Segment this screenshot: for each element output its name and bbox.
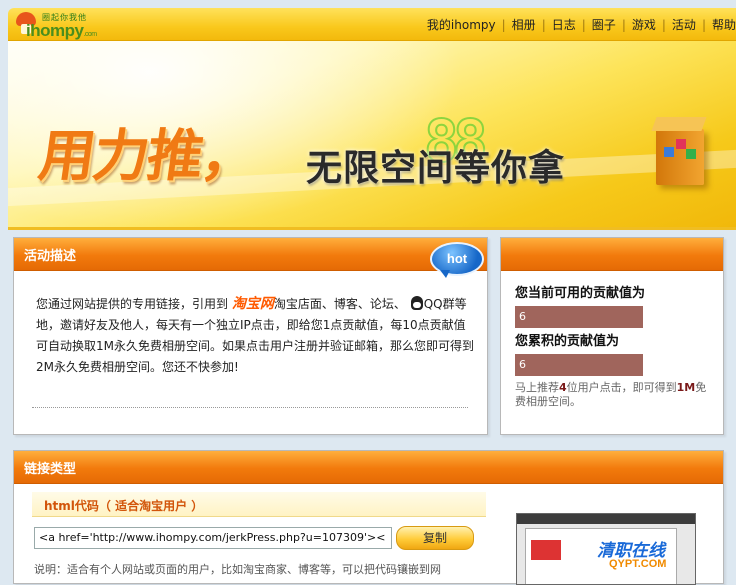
nav-help[interactable]: 帮助	[712, 18, 736, 32]
top-bar: 圈起你我他 ihompy.com 我的ihompy | 相册 | 日志 | 圈子 | 游戏 | 活动…	[8, 8, 736, 41]
cube-icon	[686, 149, 696, 159]
nav-circle[interactable]: 圈子	[592, 18, 616, 32]
code-explanation: 说明：适合有个人网站或页面的用户，比如淘宝商家、博客等，可以把代码镶嵌到网	[34, 563, 441, 576]
link-type-panel: 链接类型 html代码（ 适合淘宝用户 ） <a href='http://ww…	[13, 450, 724, 585]
banner-subline: 无限空间等你拿	[306, 148, 566, 189]
panel-header: 链接类型	[14, 451, 723, 484]
main-nav: 我的ihompy | 相册 | 日志 | 圈子 | 游戏 | 活动 | 帮助	[426, 18, 736, 32]
contribution-panel: 您当前可用的贡献值为 6 您累积的贡献值为 6 马上推荐4位用户点击，即可得到1…	[500, 237, 724, 435]
panel-header	[501, 238, 723, 271]
copy-button[interactable]: 复制	[396, 526, 474, 550]
activity-panel: 活动描述 hot 您通过网站提供的专用链接，引用到 淘宝网淘宝店面、博客、论坛、…	[13, 237, 488, 435]
total-contribution-label: 您累积的贡献值为	[515, 334, 620, 349]
activity-description: 您通过网站提供的专用链接，引用到 淘宝网淘宝店面、博客、论坛、 QQ群等地，邀请…	[36, 296, 474, 374]
taobao-logo: 淘宝网	[231, 296, 274, 312]
nav-album[interactable]: 相册	[512, 18, 536, 32]
divider	[32, 407, 468, 408]
gift-box-icon	[656, 129, 704, 185]
nav-activity[interactable]: 活动	[672, 18, 696, 32]
promo-banner: 88 用力推， 无限空间等你拿	[8, 41, 736, 230]
logo-text: ihompy.com	[26, 21, 97, 40]
site-logo[interactable]: 圈起你我他 ihompy.com	[14, 10, 134, 40]
nav-games[interactable]: 游戏	[632, 18, 656, 32]
contribution-note: 马上推荐4位用户点击，即可得到1M免费相册空间。	[515, 381, 707, 408]
panel-header: 活动描述	[14, 238, 487, 271]
cube-icon	[664, 147, 674, 157]
watermark-domain: QYPT.COM	[609, 558, 667, 570]
nav-my-ihompy[interactable]: 我的ihompy	[427, 18, 496, 32]
hot-badge: hot	[430, 242, 484, 278]
nav-blog[interactable]: 日志	[552, 18, 576, 32]
cube-icon	[676, 139, 686, 149]
html-code-field[interactable]: <a href='http://www.ihompy.com/jerkPress…	[34, 527, 392, 549]
preview-thumbnail: 清职在线 QYPT.COM	[516, 513, 696, 585]
panel-title: 链接类型	[24, 462, 77, 477]
total-contribution-value: 6	[515, 354, 643, 376]
qq-icon	[410, 296, 423, 310]
banner-headline: 用力推，	[34, 124, 260, 189]
current-contribution-label: 您当前可用的贡献值为	[515, 286, 646, 301]
html-code-header: html代码（ 适合淘宝用户 ）	[32, 492, 486, 517]
panel-title: 活动描述	[24, 249, 77, 264]
current-contribution-value: 6	[515, 306, 643, 328]
